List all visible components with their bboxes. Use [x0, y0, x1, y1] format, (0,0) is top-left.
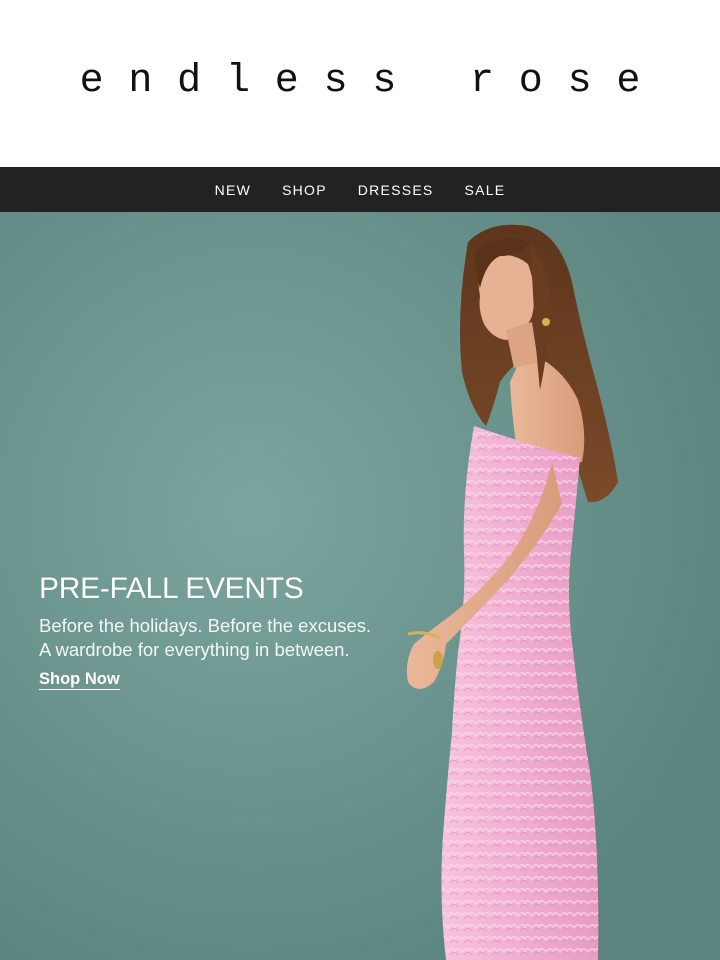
shop-now-link[interactable]: Shop Now	[39, 670, 120, 690]
hero-title: PRE-FALL EVENTS	[39, 572, 304, 605]
hero-subtitle-line-1: Before the holidays. Before the excuses.	[39, 615, 372, 636]
hero-copy: PRE-FALL EVENTS Before the holidays. Bef…	[39, 572, 371, 690]
main-nav: NEW SHOP DRESSES SALE	[0, 167, 720, 212]
hero-banner[interactable]: PRE-FALL EVENTS Before the holidays. Bef…	[0, 212, 720, 960]
email-header: endless rose	[0, 0, 720, 167]
nav-item-dresses[interactable]: DRESSES	[358, 182, 434, 198]
nav-item-shop[interactable]: SHOP	[282, 182, 327, 198]
nav-item-sale[interactable]: SALE	[465, 182, 506, 198]
nav-item-new[interactable]: NEW	[215, 182, 251, 198]
brand-logo[interactable]: endless rose	[55, 59, 665, 104]
hero-subtitle-line-2: A wardrobe for everything in between.	[39, 639, 350, 660]
